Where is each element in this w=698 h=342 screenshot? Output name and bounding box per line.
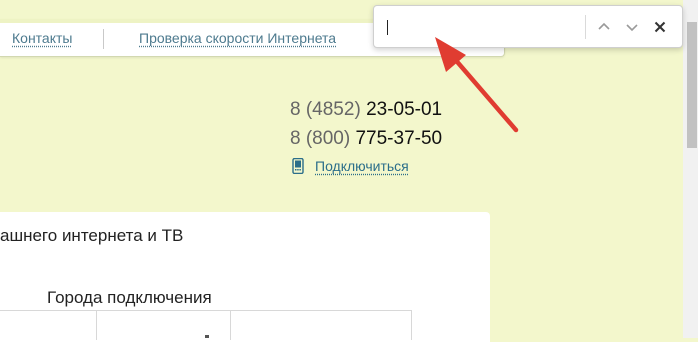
find-previous-button[interactable] [594, 17, 614, 37]
close-icon [654, 21, 666, 33]
phone-prefix: 8 (800) [290, 128, 351, 149]
phone-number: 23-05-01 [366, 99, 443, 120]
find-next-button[interactable] [622, 17, 642, 37]
text-caret [387, 20, 388, 35]
connection-cities-heading: Города подключения [47, 288, 212, 307]
table-column-divider [96, 310, 97, 340]
table-top-border [0, 310, 412, 311]
panel-heading: ашнего интернета и ТВ [0, 226, 184, 245]
find-input[interactable] [384, 15, 574, 39]
phone-number: 775-37-50 [355, 128, 443, 149]
phone-line-2: 8 (800) 775-37-50 [290, 128, 442, 150]
connect-link[interactable]: Подключиться [315, 158, 409, 174]
chevron-up-icon [598, 22, 610, 30]
find-in-page-bar [373, 5, 683, 48]
find-bar-separator [585, 15, 586, 39]
table-column-divider [230, 310, 231, 340]
chevron-down-icon [626, 24, 638, 32]
table-column-divider [411, 310, 412, 340]
find-close-button[interactable] [650, 17, 670, 37]
nav-link-speedtest[interactable]: Проверка скорости Интернета [139, 30, 336, 46]
mobile-phone-icon [292, 157, 304, 175]
nav-link-contacts[interactable]: Контакты [12, 30, 72, 46]
nav-separator [103, 29, 104, 49]
phone-prefix: 8 (4852) [290, 99, 361, 120]
phone-line-1: 8 (4852) 23-05-01 [290, 99, 442, 121]
page-scrollbar-thumb[interactable] [687, 22, 697, 148]
